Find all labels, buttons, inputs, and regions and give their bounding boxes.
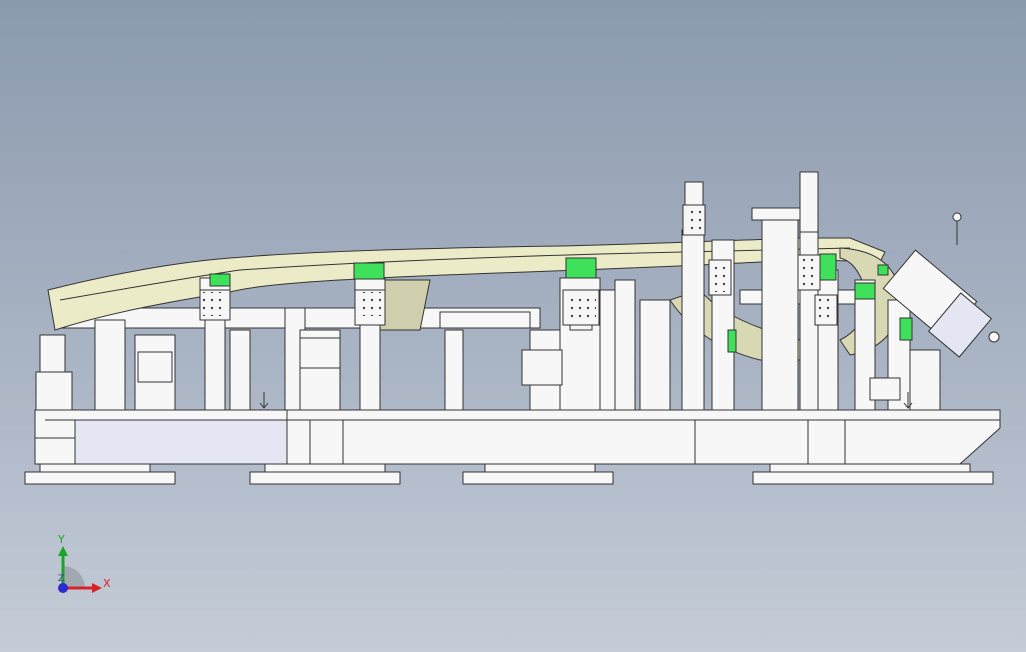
orientation-triad [58,546,102,593]
cad-graphics-viewport[interactable]: Y X Z [0,0,1026,652]
z-axis-label: Z [58,574,65,584]
x-axis-label: X [103,577,111,590]
base-frame [34,409,1001,465]
base-feet [24,463,994,485]
y-axis-label: Y [58,533,65,546]
welding-fixture-model[interactable] [0,0,1026,652]
